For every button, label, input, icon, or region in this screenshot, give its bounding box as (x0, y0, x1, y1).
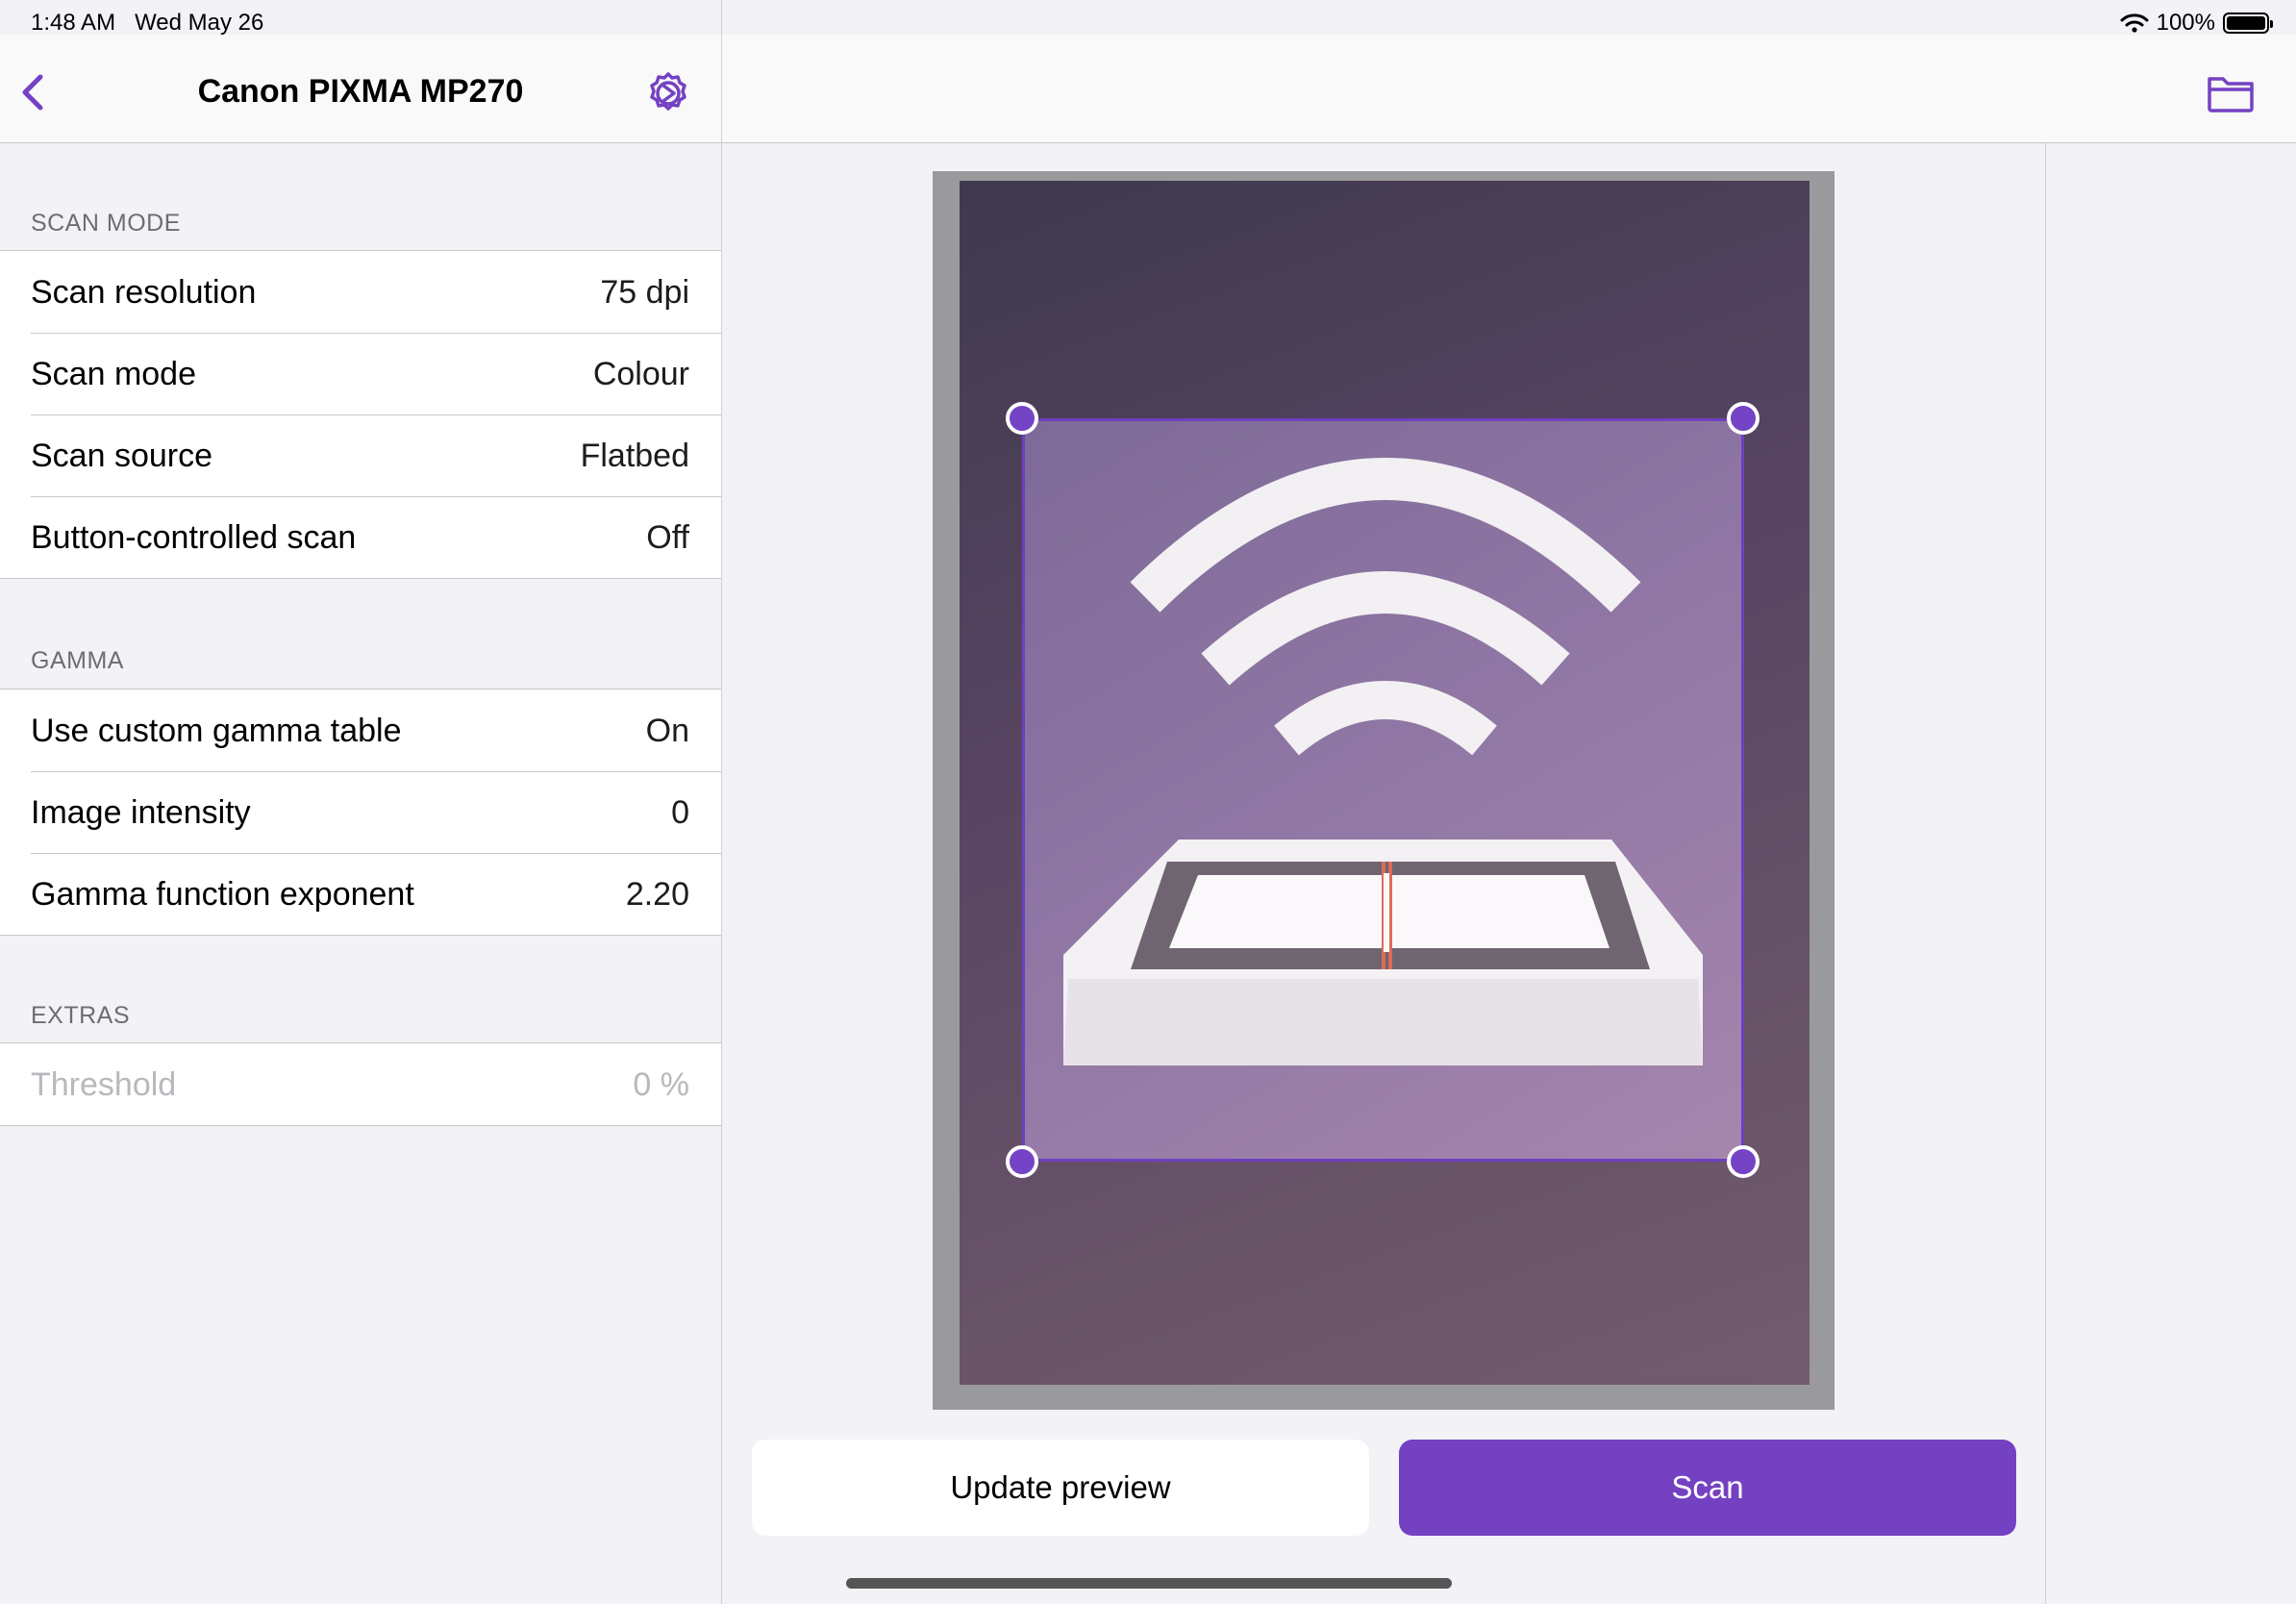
row-value: Off (646, 519, 689, 556)
row-scan-mode[interactable]: Scan mode Colour (0, 333, 721, 414)
row-button-controlled-scan[interactable]: Button-controlled scan Off (0, 496, 721, 578)
row-value: 2.20 (625, 876, 689, 913)
crop-handle-bottom-right[interactable] (1727, 1145, 1759, 1178)
panel-divider (2045, 143, 2046, 1604)
folder-icon (2208, 77, 2254, 113)
scanner-wifi-illustration (1063, 457, 1703, 1065)
row-value: 0 (671, 794, 689, 831)
status-date: Wed May 26 (135, 10, 264, 36)
section-header-gamma: GAMMA (31, 647, 124, 674)
row-label: Gamma function exponent (31, 876, 414, 913)
extras-group: Threshold 0 % (0, 1042, 721, 1126)
row-value: 0 % (633, 1066, 689, 1103)
row-label: Image intensity (31, 794, 251, 831)
row-image-intensity[interactable]: Image intensity 0 (0, 771, 721, 853)
row-value: Flatbed (580, 438, 689, 474)
device-settings-button[interactable] (644, 69, 692, 117)
crop-handle-top-right[interactable] (1727, 402, 1759, 435)
update-preview-button[interactable]: Update preview (752, 1440, 1369, 1536)
wifi-icon (2120, 13, 2149, 33)
row-label: Scan mode (31, 356, 196, 392)
battery-icon (2223, 13, 2273, 34)
row-scan-resolution[interactable]: Scan resolution 75 dpi (0, 251, 721, 333)
row-gamma-function-exponent[interactable]: Gamma function exponent 2.20 (0, 853, 721, 935)
settings-gear-icon (650, 72, 686, 111)
row-scan-source[interactable]: Scan source Flatbed (0, 414, 721, 496)
sidebar-nav-bar: Canon PIXMA MP270 (0, 35, 721, 143)
gamma-group: Use custom gamma table On Image intensit… (0, 689, 721, 936)
row-value: 75 dpi (600, 274, 689, 311)
row-value: On (645, 713, 689, 749)
battery-percent: 100% (2156, 10, 2215, 36)
settings-sidebar: Canon PIXMA MP270 SCAN MODE Scan resolut… (0, 0, 722, 1604)
open-folder-button[interactable] (2206, 71, 2256, 113)
crop-handle-top-left[interactable] (1006, 402, 1038, 435)
crop-selection[interactable] (1022, 418, 1744, 1162)
section-header-scan-mode: SCAN MODE (31, 210, 181, 237)
scan-button[interactable]: Scan (1399, 1440, 2016, 1536)
row-value: Colour (592, 356, 689, 392)
row-label: Scan source (31, 438, 212, 474)
crop-handle-bottom-left[interactable] (1006, 1145, 1038, 1178)
status-bar-time: 1:48 AM Wed May 26 (31, 10, 263, 37)
row-label: Button-controlled scan (31, 519, 357, 556)
status-bar-right: 100% (2120, 10, 2273, 37)
row-label: Threshold (31, 1066, 177, 1103)
row-label: Scan resolution (31, 274, 257, 311)
section-header-extras: EXTRAS (31, 1002, 131, 1029)
row-use-custom-gamma-table[interactable]: Use custom gamma table On (0, 689, 721, 771)
home-indicator[interactable] (846, 1578, 1452, 1589)
preview-nav-bar (722, 35, 2296, 143)
row-threshold: Threshold 0 % (0, 1043, 721, 1125)
scan-mode-group: Scan resolution 75 dpi Scan mode Colour … (0, 250, 721, 579)
device-title: Canon PIXMA MP270 (197, 73, 524, 110)
row-label: Use custom gamma table (31, 713, 402, 749)
status-time: 1:48 AM (31, 10, 116, 36)
